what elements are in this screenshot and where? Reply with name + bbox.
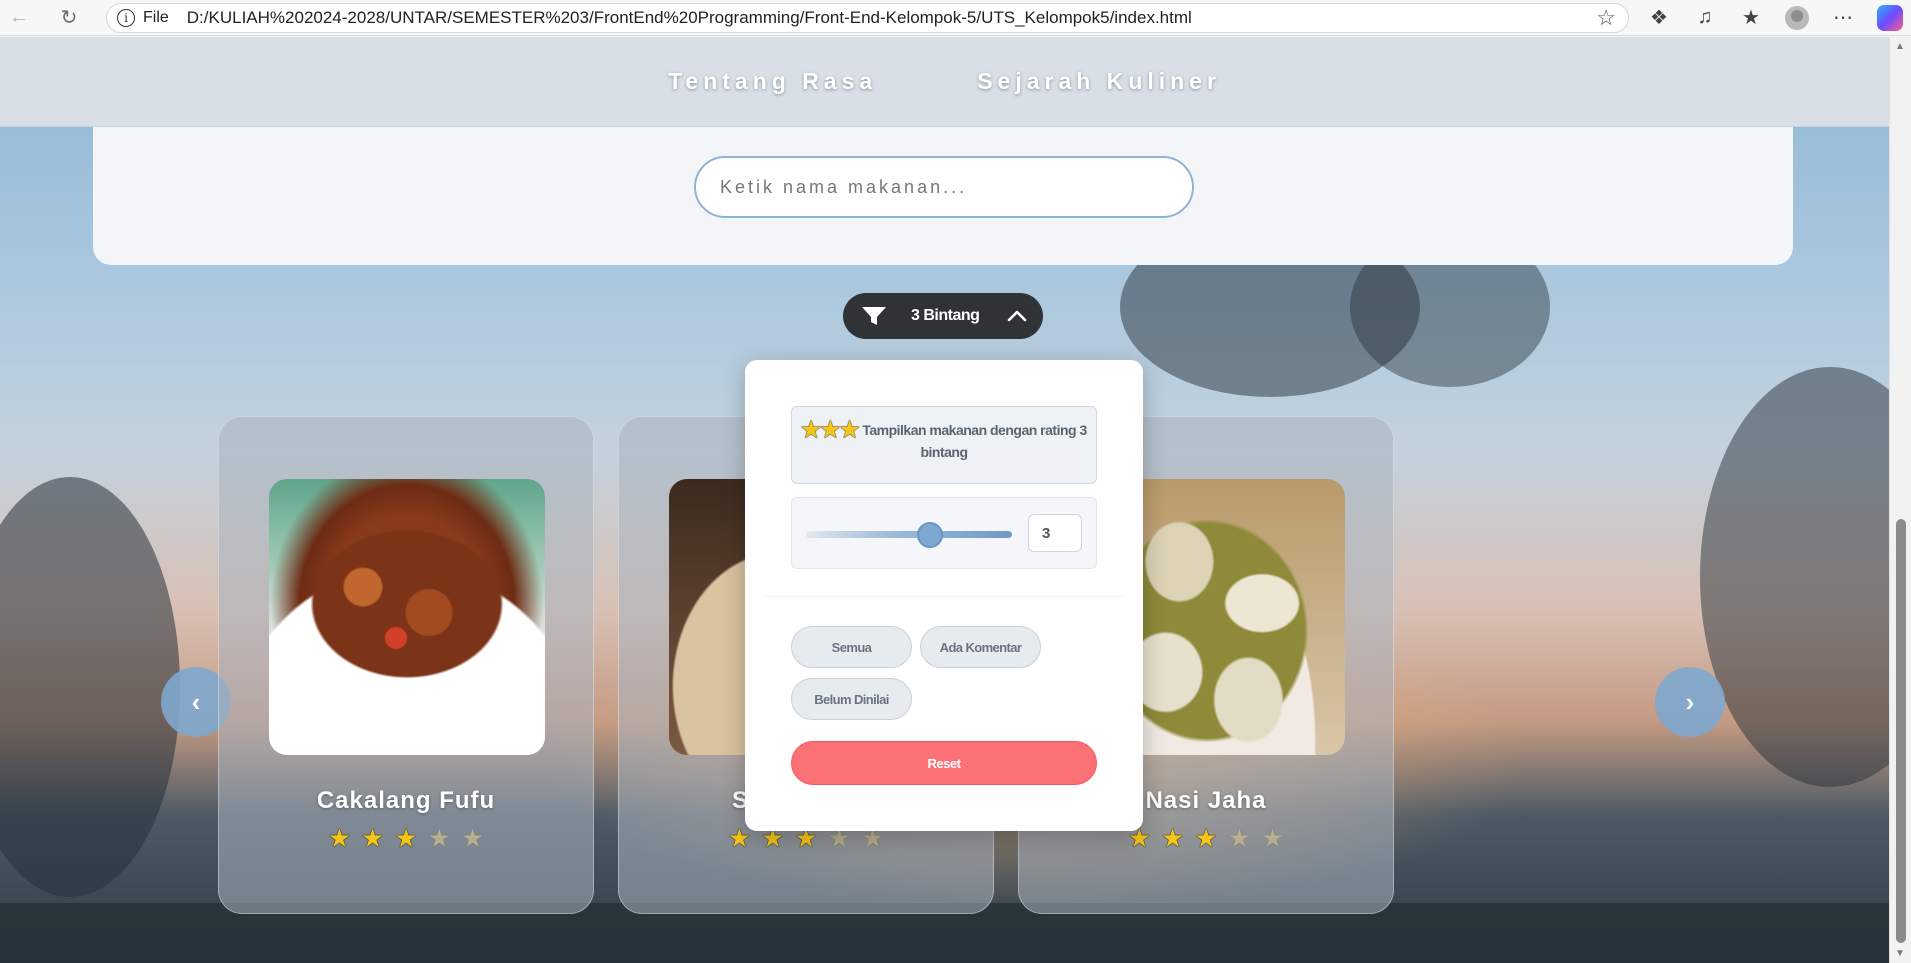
star-icon: ★ [801, 417, 821, 442]
funnel-icon [862, 307, 886, 325]
rating-slider-box [791, 497, 1097, 569]
page-viewport: Tentang Rasa Sejarah Kuliner 3 Bintang ‹… [0, 37, 1889, 963]
food-card-title: Cakalang Fufu [316, 787, 496, 814]
star-filled-icon: ★ [327, 823, 352, 853]
filter-info-text: Tampilkan makanan dengan rating 3 bintan… [862, 422, 1087, 460]
star-filled-icon: ★ [1194, 823, 1218, 853]
star-empty-icon: ★ [1227, 823, 1251, 853]
url-text[interactable]: D:/KULIAH%202024-2028/UNTAR/SEMESTER%203… [187, 8, 1192, 28]
filter-pill-label: 3 Bintang [911, 307, 980, 324]
protocol-label: File [143, 8, 169, 26]
food-card[interactable]: Cakalang Fufu ★ ★ ★ ★ ★ [218, 416, 594, 914]
star-filled-icon: ★ [394, 823, 418, 853]
search-input[interactable] [694, 156, 1194, 218]
star-empty-icon: ★ [427, 823, 451, 853]
info-icon[interactable]: i [117, 8, 135, 27]
favorite-star-icon[interactable]: ☆ [1596, 5, 1616, 31]
page-scrollbar[interactable]: ▲ ▼ [1889, 37, 1911, 963]
scroll-down-icon[interactable]: ▼ [1895, 948, 1905, 959]
back-icon[interactable]: ← [6, 5, 32, 31]
media-icon[interactable]: ♫ [1693, 6, 1717, 29]
top-navigation: Tentang Rasa Sejarah Kuliner [0, 37, 1889, 127]
carousel-next-button[interactable]: › [1655, 667, 1725, 737]
divider [765, 596, 1123, 597]
favorites-icon[interactable]: ★ [1739, 5, 1763, 30]
palm-tree-decoration [1700, 367, 1889, 787]
more-icon[interactable]: ⋯ [1831, 5, 1855, 30]
browser-toolbar: ← ↻ i File D:/KULIAH%202024-2028/UNTAR/S… [0, 0, 1911, 36]
reload-icon[interactable]: ↻ [56, 5, 82, 31]
scroll-up-icon[interactable]: ▲ [1895, 41, 1905, 52]
food-photo [269, 479, 545, 755]
star-icon: ★ [839, 417, 860, 442]
filter-chip-semua[interactable]: Semua [791, 626, 912, 668]
rating-filter-dropdown: ★★★ Tampilkan makanan dengan rating 3 bi… [745, 360, 1143, 831]
address-bar[interactable]: i File D:/KULIAH%202024-2028/UNTAR/SEMES… [106, 2, 1629, 33]
rating-stars: ★ ★ ★ ★ ★ [219, 825, 593, 851]
rating-slider-handle[interactable] [916, 522, 943, 548]
chevron-up-icon [1008, 310, 1027, 322]
filter-info-box: ★★★ Tampilkan makanan dengan rating 3 bi… [791, 406, 1097, 484]
nav-link-sejarah-kuliner[interactable]: Sejarah Kuliner [977, 68, 1221, 95]
filter-chip-ada-komentar[interactable]: Ada Komentar [920, 626, 1041, 668]
rating-filter-toggle[interactable]: 3 Bintang [843, 293, 1043, 339]
rating-number-input[interactable] [1028, 514, 1082, 552]
rating-slider-track[interactable] [806, 531, 1012, 538]
search-panel [93, 127, 1793, 265]
profile-avatar[interactable] [1785, 5, 1809, 30]
star-icon: ★ [820, 417, 840, 442]
scrollbar-thumb[interactable] [1896, 519, 1906, 943]
palm-tree-decoration [0, 477, 180, 897]
nav-link-tentang-rasa[interactable]: Tentang Rasa [668, 68, 877, 95]
star-empty-icon: ★ [460, 823, 485, 853]
star-filled-icon: ★ [361, 823, 385, 853]
copilot-icon[interactable] [1877, 4, 1903, 31]
filter-chip-belum-dinilai[interactable]: Belum Dinilai [791, 678, 912, 720]
star-empty-icon: ★ [1260, 823, 1285, 853]
star-filled-icon: ★ [1161, 823, 1185, 853]
reset-button[interactable]: Reset [791, 741, 1097, 785]
extensions-icon[interactable]: ❖ [1647, 5, 1671, 30]
star-filled-icon: ★ [727, 823, 752, 853]
